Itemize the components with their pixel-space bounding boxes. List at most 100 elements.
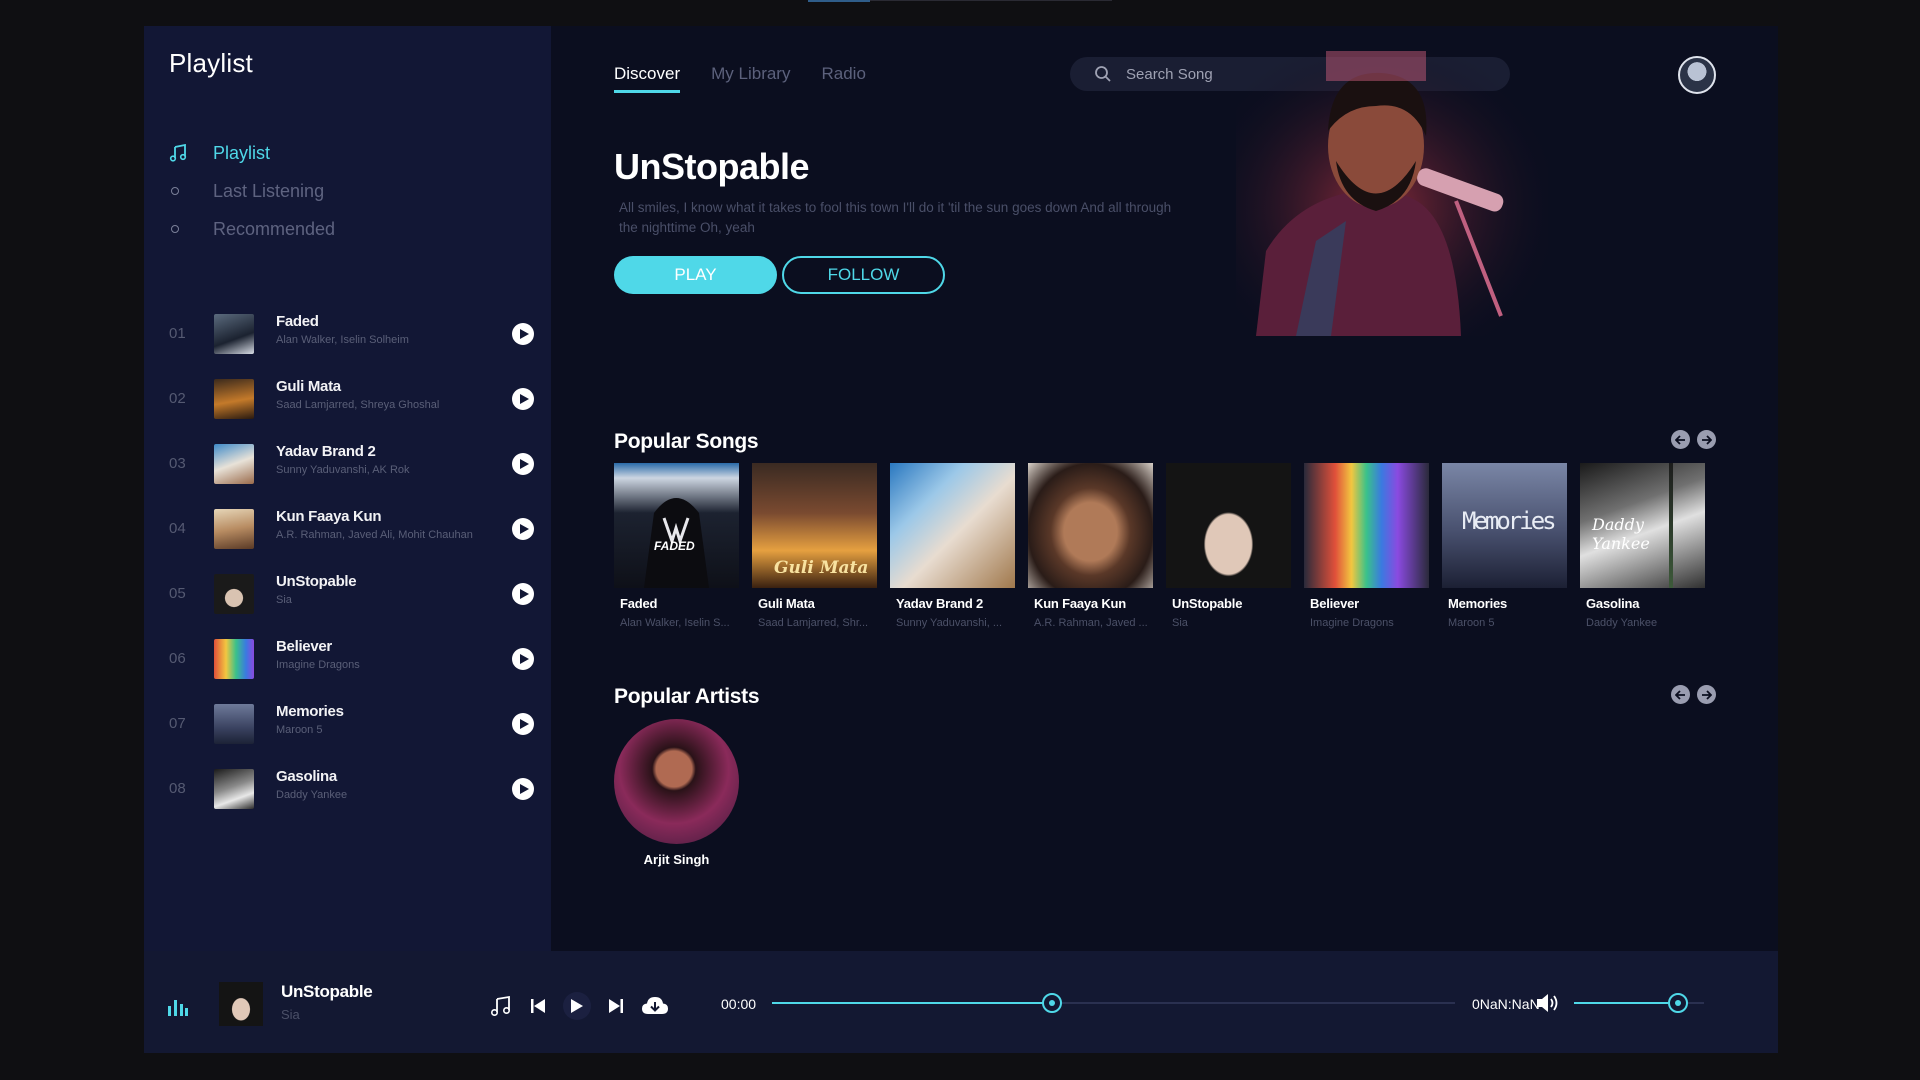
sidebar: Playlist Playlist Last Listening Recomme… xyxy=(144,26,551,951)
previous-icon[interactable] xyxy=(529,998,547,1014)
sidebar-item-playlist[interactable]: Playlist xyxy=(169,134,335,172)
play-icon[interactable] xyxy=(512,452,534,475)
song-card-artist: Daddy Yankee xyxy=(1586,617,1658,629)
follow-button[interactable]: FOLLOW xyxy=(782,256,945,294)
artist-card[interactable]: Arjit Singh xyxy=(614,719,739,867)
play-icon[interactable] xyxy=(512,777,534,800)
tab-radio[interactable]: Radio xyxy=(821,64,865,93)
play-icon[interactable] xyxy=(512,517,534,540)
track-thumbnail xyxy=(214,378,254,419)
popular-artists-title: Popular Artists xyxy=(614,685,760,708)
track-thumbnail xyxy=(214,508,254,549)
song-card-title: Gasolina xyxy=(1586,596,1640,611)
track-row[interactable]: 01 Faded Alan Walker, Iselin Solheim xyxy=(144,301,551,366)
sidebar-item-last-listening[interactable]: Last Listening xyxy=(169,172,335,210)
song-cover xyxy=(1166,463,1291,588)
track-row[interactable]: 08 Gasolina Daddy Yankee xyxy=(144,756,551,821)
dot-icon xyxy=(169,225,213,233)
song-card-overflow xyxy=(1669,463,1673,588)
main-content: Discover My Library Radio Search Song Un… xyxy=(551,26,1778,951)
song-card[interactable]: FADED Faded Alan Walker, Iselin S... xyxy=(614,463,739,629)
track-row[interactable]: 07 Memories Maroon 5 xyxy=(144,691,551,756)
song-cover xyxy=(1028,463,1153,588)
play-icon[interactable] xyxy=(512,582,534,605)
track-row[interactable]: 04 Kun Faaya Kun A.R. Rahman, Javed Ali, … xyxy=(144,496,551,561)
user-avatar[interactable] xyxy=(1678,56,1716,94)
track-artist: Imagine Dragons xyxy=(276,659,360,671)
download-icon[interactable] xyxy=(641,996,669,1016)
song-cover: Memories xyxy=(1442,463,1567,588)
window-top-accent xyxy=(808,0,870,2)
song-card-artist: Imagine Dragons xyxy=(1310,617,1394,629)
sidebar-item-label: Last Listening xyxy=(213,180,325,201)
track-title: Memories xyxy=(276,703,344,720)
track-artist: Saad Lamjarred, Shreya Ghoshal xyxy=(276,399,440,411)
track-row[interactable]: 06 Believer Imagine Dragons xyxy=(144,626,551,691)
now-playing-artist: Sia xyxy=(281,1007,300,1022)
cover-text: Memories xyxy=(1462,507,1557,535)
sidebar-nav: Playlist Last Listening Recommended xyxy=(169,134,335,248)
current-time: 00:00 xyxy=(721,996,757,1012)
song-card-title: Yadav Brand 2 xyxy=(896,596,983,611)
song-cover xyxy=(890,463,1015,588)
song-card[interactable]: Memories Memories Maroon 5 xyxy=(1442,463,1567,629)
song-card[interactable]: Kun Faaya Kun A.R. Rahman, Javed ... xyxy=(1028,463,1153,629)
song-card-title: Faded xyxy=(620,596,658,611)
song-card-artist: A.R. Rahman, Javed ... xyxy=(1034,617,1148,629)
tab-discover[interactable]: Discover xyxy=(614,64,681,93)
track-number: 06 xyxy=(169,650,186,667)
popular-songs-nav xyxy=(1671,430,1716,449)
play-icon[interactable] xyxy=(512,322,534,345)
track-title: Kun Faaya Kun xyxy=(276,508,382,525)
track-thumbnail xyxy=(214,638,254,679)
song-cover xyxy=(1304,463,1429,588)
song-card-artist: Maroon 5 xyxy=(1448,617,1495,629)
track-row[interactable]: 05 UnStopable Sia xyxy=(144,561,551,626)
cover-text: Guli Mata xyxy=(774,558,869,578)
song-card[interactable]: Guli Mata Guli Mata Saad Lamjarred, Shr.… xyxy=(752,463,877,629)
arrow-right-icon[interactable] xyxy=(1697,685,1716,704)
song-card[interactable]: Believer Imagine Dragons xyxy=(1304,463,1429,629)
play-pause-icon[interactable] xyxy=(563,992,591,1020)
track-row[interactable]: 02 Guli Mata Saad Lamjarred, Shreya Ghosh… xyxy=(144,366,551,431)
track-artist: A.R. Rahman, Javed Ali, Mohit Chauhan xyxy=(276,529,473,541)
top-tabs: Discover My Library Radio xyxy=(614,64,866,93)
play-icon[interactable] xyxy=(512,387,534,410)
track-number: 04 xyxy=(169,520,186,537)
volume-knob[interactable] xyxy=(1668,993,1688,1013)
play-icon[interactable] xyxy=(512,647,534,670)
artist-name: Arjit Singh xyxy=(643,852,710,867)
player-bar: UnStopable Sia 00:00 0NaN:NaN xyxy=(144,951,1778,1053)
track-title: Guli Mata xyxy=(276,378,341,395)
sidebar-item-label: Recommended xyxy=(213,218,336,239)
volume-icon[interactable] xyxy=(1536,992,1562,1019)
song-cover: Daddy Yankee xyxy=(1580,463,1705,588)
song-card[interactable]: Daddy Yankee Gasolina Daddy Yankee xyxy=(1580,463,1705,629)
track-thumbnail xyxy=(214,313,254,354)
volume-slider[interactable] xyxy=(1574,993,1704,1013)
play-button[interactable]: PLAY xyxy=(614,256,777,294)
song-card-title: Believer xyxy=(1310,596,1359,611)
dot-icon xyxy=(169,187,213,195)
song-card[interactable]: Yadav Brand 2 Sunny Yaduvanshi, ... xyxy=(890,463,1015,629)
progress-slider[interactable] xyxy=(772,993,1455,1013)
arrow-left-icon[interactable] xyxy=(1671,685,1690,704)
next-icon[interactable] xyxy=(607,998,625,1014)
track-row[interactable]: 03 Yadav Brand 2 Sunny Yaduvanshi, AK Rok xyxy=(144,431,551,496)
hero-artist-image xyxy=(1236,51,1548,336)
play-icon[interactable] xyxy=(512,712,534,735)
arrow-right-icon[interactable] xyxy=(1697,430,1716,449)
progress-knob[interactable] xyxy=(1042,993,1063,1013)
music-note-icon xyxy=(169,144,213,162)
equalizer-icon xyxy=(168,1000,188,1021)
now-playing-cover xyxy=(219,982,263,1026)
tab-my-library[interactable]: My Library xyxy=(711,64,790,93)
sidebar-item-recommended[interactable]: Recommended xyxy=(169,210,335,248)
arrow-left-icon[interactable] xyxy=(1671,430,1690,449)
track-title: Yadav Brand 2 xyxy=(276,443,376,460)
playlist-icon[interactable] xyxy=(490,995,512,1017)
track-thumbnail xyxy=(214,768,254,809)
volume-fill xyxy=(1574,1002,1678,1004)
track-title: UnStopable xyxy=(276,573,357,590)
song-card[interactable]: UnStopable Sia xyxy=(1166,463,1291,629)
